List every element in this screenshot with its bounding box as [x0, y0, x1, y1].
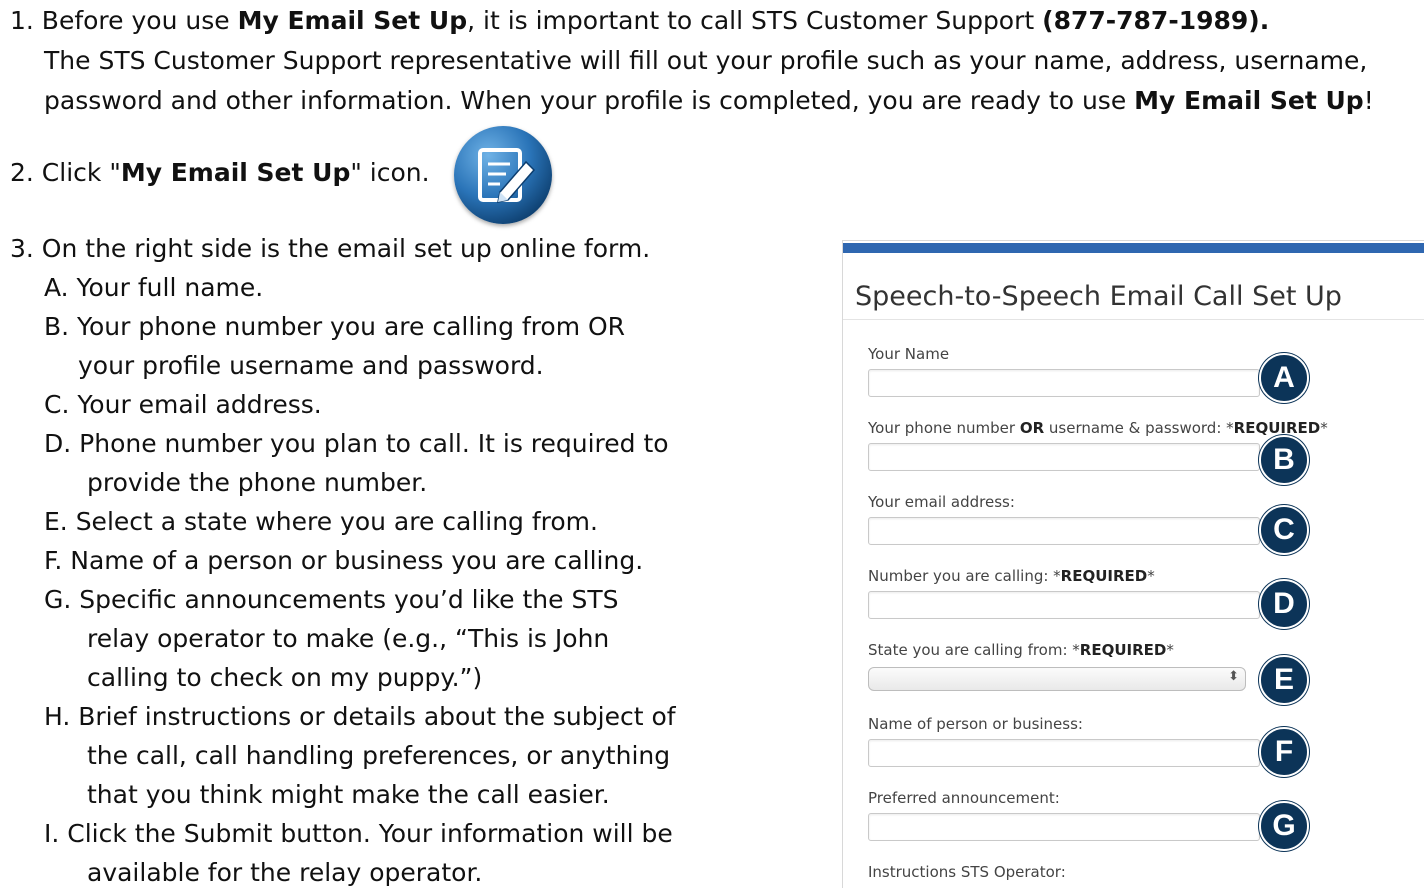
badge-b: B — [1259, 435, 1309, 485]
step3-item-f: F. Name of a person or business you are … — [44, 546, 644, 575]
phone-label: Your phone number OR username & password… — [868, 419, 1328, 437]
phone-label-c: username & password: * — [1044, 419, 1234, 437]
step3-item-g-cont1: relay operator to make (e.g., “This is J… — [87, 624, 610, 653]
step3-item-i-cont: available for the relay operator. — [87, 858, 483, 887]
step3-intro: 3. On the right side is the email set up… — [10, 234, 651, 263]
step3-item-c: C. Your email address. — [44, 390, 322, 419]
step2-line: 2. Click "My Email Set Up" icon. — [10, 158, 430, 188]
step2-product-name: My Email Set Up — [120, 158, 351, 187]
email-setup-icon[interactable] — [454, 126, 552, 224]
page: 1. Before you use My Email Set Up, it is… — [0, 0, 1424, 888]
step3-item-g: G. Specific announcements you’d like the… — [44, 585, 619, 614]
state-label-required: REQUIRED — [1079, 641, 1167, 659]
step3-item-h: H. Brief instructions or details about t… — [44, 702, 676, 731]
badge-c: C — [1259, 505, 1309, 555]
badge-a: A — [1259, 353, 1309, 403]
state-label-a: State you are calling from: * — [868, 641, 1080, 659]
step3-item-i: I. Click the Submit button. Your informa… — [44, 819, 673, 848]
calling-label-a: Number you are calling: * — [868, 567, 1061, 585]
step1-line3: password and other information. When you… — [44, 86, 1374, 116]
state-select[interactable]: ⬍ — [868, 667, 1246, 691]
calling-number-input[interactable] — [868, 591, 1260, 619]
step1-text-c: , it is important to call STS Customer S… — [467, 6, 1043, 35]
calling-label-c: * — [1147, 567, 1155, 585]
name-input[interactable] — [868, 369, 1260, 397]
step3-item-h-cont1: the call, call handling preferences, or … — [87, 741, 671, 770]
step1-line2: The STS Customer Support representative … — [44, 46, 1368, 75]
person-input[interactable] — [868, 739, 1260, 767]
notepad-pencil-icon — [478, 148, 536, 203]
form-title: Speech-to-Speech Email Call Set Up — [855, 281, 1342, 312]
step3-item-d: D. Phone number you plan to call. It is … — [44, 429, 669, 458]
instructions-label: Instructions STS Operator: — [868, 863, 1066, 881]
step3-item-g-cont2: calling to check on my puppy.”) — [87, 663, 483, 692]
phone-label-a: Your phone number — [868, 419, 1020, 437]
badge-g: G — [1259, 801, 1309, 851]
phone-input[interactable] — [868, 443, 1260, 471]
state-label-c: * — [1166, 641, 1174, 659]
select-arrows-icon: ⬍ — [1228, 669, 1239, 684]
phone-label-required: REQUIRED — [1233, 419, 1321, 437]
step1-line3-end: ! — [1363, 86, 1374, 115]
badge-f: F — [1259, 727, 1309, 777]
email-input[interactable] — [868, 517, 1260, 545]
step1-line3-product: My Email Set Up — [1134, 86, 1364, 115]
support-phone-number: (877-787-1989). — [1042, 6, 1270, 35]
step2-text-a: 2. Click " — [10, 158, 121, 187]
badge-d: D — [1259, 579, 1309, 629]
form-accent-bar — [843, 243, 1424, 253]
calling-number-label: Number you are calling: *REQUIRED* — [868, 567, 1155, 585]
person-label: Name of person or business: — [868, 715, 1083, 733]
email-label: Your email address: — [868, 493, 1015, 511]
step2-text-c: " icon. — [350, 158, 430, 187]
step1-product-name: My Email Set Up — [237, 6, 468, 35]
step3-item-b-cont: your profile username and password. — [78, 351, 544, 380]
step3-item-b: B. Your phone number you are calling fro… — [44, 312, 626, 341]
announcement-label: Preferred announcement: — [868, 789, 1060, 807]
badge-e: E — [1259, 655, 1309, 705]
step3-item-a: A. Your full name. — [44, 273, 264, 302]
calling-label-required: REQUIRED — [1060, 567, 1148, 585]
phone-label-or: OR — [1019, 419, 1045, 437]
phone-label-e: * — [1320, 419, 1328, 437]
step3-item-e: E. Select a state where you are calling … — [44, 507, 598, 536]
step3-item-h-cont2: that you think might make the call easie… — [87, 780, 610, 809]
step1-line3-text: password and other information. When you… — [44, 86, 1135, 115]
step1-text-a: 1. Before you use — [10, 6, 238, 35]
step1-line1: 1. Before you use My Email Set Up, it is… — [10, 6, 1269, 36]
email-setup-form: Speech-to-Speech Email Call Set Up Your … — [842, 240, 1424, 888]
announcement-input[interactable] — [868, 813, 1260, 841]
state-label: State you are calling from: *REQUIRED* — [868, 641, 1174, 659]
step3-item-d-cont: provide the phone number. — [87, 468, 428, 497]
name-label: Your Name — [868, 345, 950, 363]
form-title-divider — [843, 319, 1424, 320]
